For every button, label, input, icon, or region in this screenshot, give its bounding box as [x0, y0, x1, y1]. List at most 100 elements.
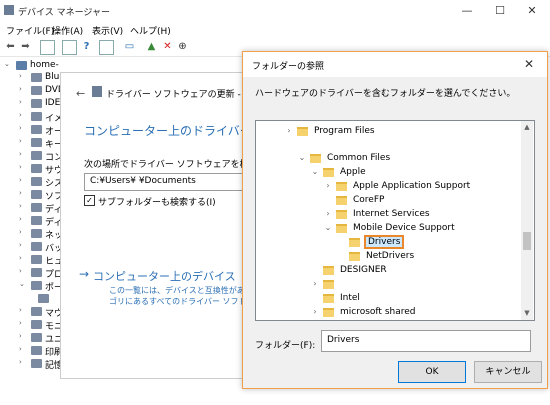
tree-item[interactable] — [0, 293, 60, 306]
chevron-icon[interactable]: › — [323, 209, 333, 218]
download-icon[interactable]: ⊕ — [176, 40, 189, 53]
chevron-right-icon[interactable]: › — [19, 85, 22, 93]
forward-icon[interactable]: ➡ — [19, 40, 32, 53]
close-icon[interactable]: ✕ — [520, 3, 544, 19]
chevron-right-icon[interactable]: › — [19, 358, 22, 366]
enable-device-icon[interactable]: ▲ — [145, 40, 158, 53]
computer-icon — [16, 61, 27, 70]
tree-item[interactable]: ⌄ ポー — [0, 280, 63, 293]
chevron-icon[interactable]: ⌄ — [310, 167, 320, 176]
maximize-icon[interactable]: ☐ — [488, 3, 512, 19]
folder-item-label: Mobile Device Support — [353, 223, 455, 233]
tree-item[interactable]: › IDE — [0, 98, 60, 111]
tree-item[interactable]: › マウ — [0, 306, 63, 319]
tree-item[interactable]: › モニ — [0, 319, 63, 332]
tree-item[interactable]: › コン — [0, 150, 63, 163]
chevron-right-icon[interactable]: › — [19, 319, 22, 327]
chevron-icon[interactable]: › — [284, 126, 294, 135]
uninstall-icon[interactable]: ✕ — [161, 40, 174, 53]
properties-icon[interactable] — [40, 40, 55, 55]
folder-icon — [336, 196, 347, 205]
folder-item-label: Apple — [340, 167, 366, 177]
tree-item[interactable]: › ヒュ — [0, 254, 63, 267]
browse-folder-dialog: フォルダーの参照 ✕ ハードウェアのドライバーを含むフォルダーを選んでください。… — [242, 51, 548, 389]
tree-item[interactable]: › Blue — [0, 72, 65, 85]
ok-button[interactable]: OK — [398, 361, 466, 383]
tree-item[interactable]: › ソフ — [0, 189, 63, 202]
tree-item[interactable]: › ネッ — [0, 228, 63, 241]
folder-item-label: microsoft shared — [340, 307, 416, 317]
tree-item[interactable]: › シス — [0, 176, 63, 189]
chevron-right-icon[interactable]: › — [19, 111, 22, 119]
monitor-icon[interactable]: ▭ — [123, 40, 136, 53]
chevron-right-icon[interactable]: › — [19, 137, 22, 145]
menu-action[interactable]: 操作(A) — [52, 24, 83, 37]
folder-icon — [336, 182, 347, 191]
chevron-right-icon[interactable]: › — [19, 241, 22, 249]
chevron-right-icon[interactable]: › — [19, 332, 22, 340]
keyboard-icon — [31, 138, 42, 147]
chevron-right-icon[interactable]: › — [19, 150, 22, 158]
tree-item[interactable]: › ユニ — [0, 332, 63, 345]
minimize-icon[interactable]: — — [455, 3, 479, 19]
battery-icon — [31, 242, 42, 251]
chevron-icon[interactable]: › — [323, 181, 333, 190]
chevron-right-icon[interactable]: › — [19, 202, 22, 210]
tree-item[interactable]: › オー — [0, 124, 63, 137]
back-icon[interactable]: ⬅ — [4, 40, 17, 53]
tree-item[interactable]: › ディ — [0, 215, 62, 228]
tree-item[interactable]: › プロ — [0, 267, 63, 280]
port-icon — [31, 281, 42, 290]
chevron-icon[interactable]: › — [310, 279, 320, 288]
scroll-up-icon[interactable]: ▲ — [521, 123, 533, 131]
chevron-right-icon[interactable]: › — [19, 267, 22, 275]
driver-update-wizard: ← ドライバー ソフトウェアの更新 - Apple iPhone コンピューター… — [60, 72, 316, 379]
chevron-right-icon[interactable]: › — [19, 306, 22, 314]
include-subfolders-checkbox[interactable]: ✓ — [84, 195, 95, 206]
tree-item[interactable]: › 印刷 — [0, 345, 63, 358]
close-icon[interactable]: ✕ — [524, 57, 534, 71]
chevron-right-icon[interactable]: › — [19, 176, 22, 184]
storage-icon — [31, 359, 42, 368]
scroll-down-icon[interactable]: ▼ — [521, 309, 533, 317]
back-arrow-icon[interactable]: ← — [76, 87, 85, 100]
device-manager-titlebar: デバイス マネージャー — ☐ ✕ — [0, 0, 550, 22]
chevron-icon[interactable]: › — [310, 307, 320, 316]
scrollbar-thumb[interactable] — [523, 232, 531, 250]
help-icon[interactable]: ? — [80, 40, 93, 53]
menu-view[interactable]: 表示(V) — [92, 24, 123, 37]
search-path-input[interactable]: C:¥Users¥ ¥Documents — [84, 173, 256, 191]
chevron-down-icon[interactable]: ⌄ — [19, 280, 25, 288]
tree-item[interactable]: › DVD — [0, 85, 65, 98]
chevron-right-icon[interactable]: › — [19, 345, 22, 353]
view-icon[interactable] — [62, 40, 77, 55]
tree-item[interactable]: › 記憶 — [0, 358, 63, 371]
vertical-scrollbar[interactable] — [521, 121, 533, 320]
folder-tree[interactable]: › Program Files ⌄ Common Files ⌄ Apple › App… — [255, 120, 535, 321]
chevron-right-icon[interactable]: › — [19, 254, 22, 262]
tree-item[interactable]: › イメ — [0, 111, 63, 124]
tree-item[interactable]: › サウ — [0, 163, 63, 176]
chevron-right-icon[interactable]: › — [19, 215, 22, 223]
chevron-icon[interactable]: ⌄ — [297, 153, 307, 162]
chevron-right-icon[interactable]: › — [19, 163, 22, 171]
folder-item-label: Intel — [340, 293, 360, 303]
chevron-right-icon[interactable]: › — [19, 72, 22, 80]
menu-help[interactable]: ヘルプ(H) — [130, 24, 171, 37]
tree-item[interactable]: › バッ — [0, 241, 63, 254]
folder-icon — [349, 252, 360, 261]
chevron-right-icon[interactable]: › — [19, 189, 22, 197]
chevron-right-icon[interactable]: › — [19, 228, 22, 236]
tree-item[interactable]: › キー — [0, 137, 63, 150]
chevron-right-icon[interactable]: › — [19, 124, 22, 132]
chevron-right-icon[interactable]: › — [19, 98, 22, 106]
folder-icon — [349, 238, 360, 247]
dialog-instruction: ハードウェアのドライバーを含むフォルダーを選んでください。 — [255, 89, 516, 99]
chevron-icon[interactable]: ⌄ — [323, 223, 333, 232]
chevron-down-icon[interactable]: ⌄ — [4, 60, 10, 68]
cancel-button[interactable]: キャンセル — [474, 361, 542, 383]
menu-file[interactable]: ファイル(F) — [6, 24, 54, 37]
update-driver-icon[interactable] — [99, 40, 114, 55]
folder-input[interactable]: Drivers — [321, 330, 531, 352]
tree-item[interactable]: › ディ — [0, 202, 62, 215]
